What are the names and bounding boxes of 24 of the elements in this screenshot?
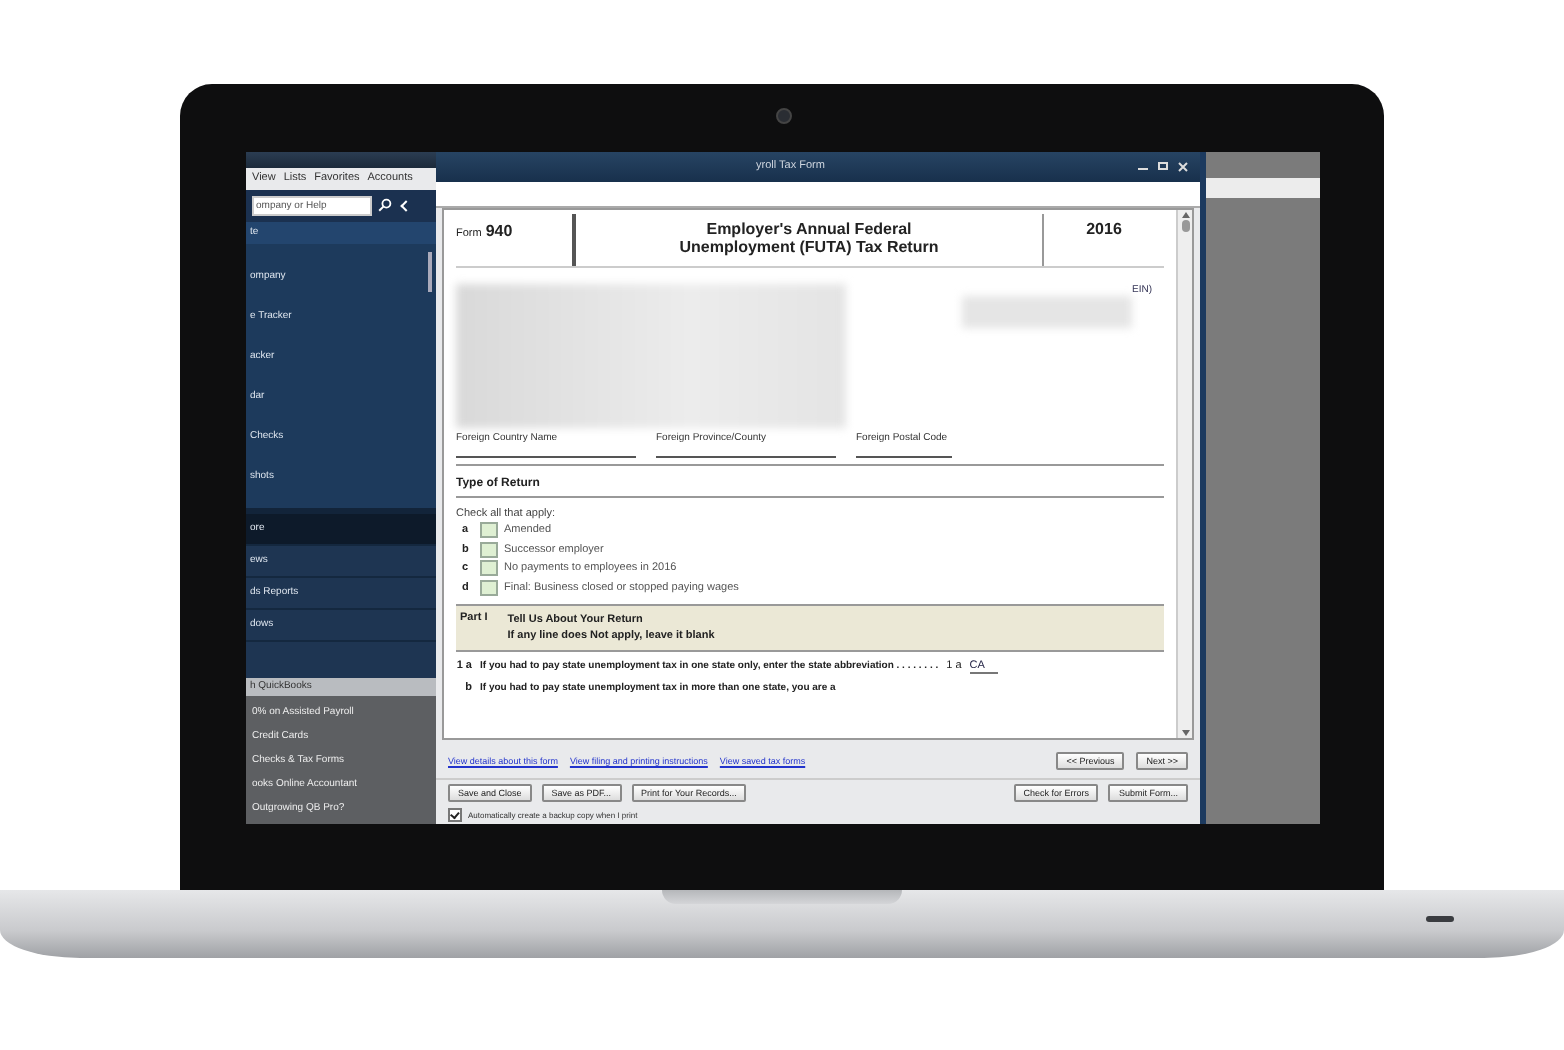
scrollbar[interactable] <box>1176 210 1192 739</box>
maximize-icon[interactable] <box>1158 162 1168 171</box>
close-icon[interactable] <box>1178 162 1188 171</box>
scrollbar-thumb[interactable] <box>1181 220 1189 233</box>
form-title: Unemployment (FUTA) Tax Return <box>677 238 941 257</box>
checkbox[interactable] <box>480 541 498 558</box>
indicator-light-icon <box>1426 916 1454 922</box>
checkbox[interactable] <box>480 579 498 596</box>
form-title: Employer's Annual Federal <box>706 220 914 239</box>
form-year: 2016 <box>1086 220 1122 239</box>
scrollbar-thumb[interactable] <box>428 251 432 292</box>
fill-in-line[interactable] <box>456 456 636 459</box>
checkbox[interactable] <box>480 560 498 577</box>
camera-icon <box>775 108 791 124</box>
scroll-down-icon[interactable] <box>1181 730 1189 737</box>
checkbox[interactable] <box>480 522 498 539</box>
fill-in-line[interactable] <box>856 456 952 459</box>
checkbox[interactable] <box>448 808 462 822</box>
form-number: 940 <box>485 222 513 241</box>
minimize-icon[interactable] <box>1138 163 1148 170</box>
search-icon[interactable] <box>378 198 392 213</box>
collapse-arrow-icon[interactable] <box>400 200 412 212</box>
fill-in-line[interactable] <box>656 456 836 459</box>
splitter-handle[interactable] <box>246 507 436 514</box>
